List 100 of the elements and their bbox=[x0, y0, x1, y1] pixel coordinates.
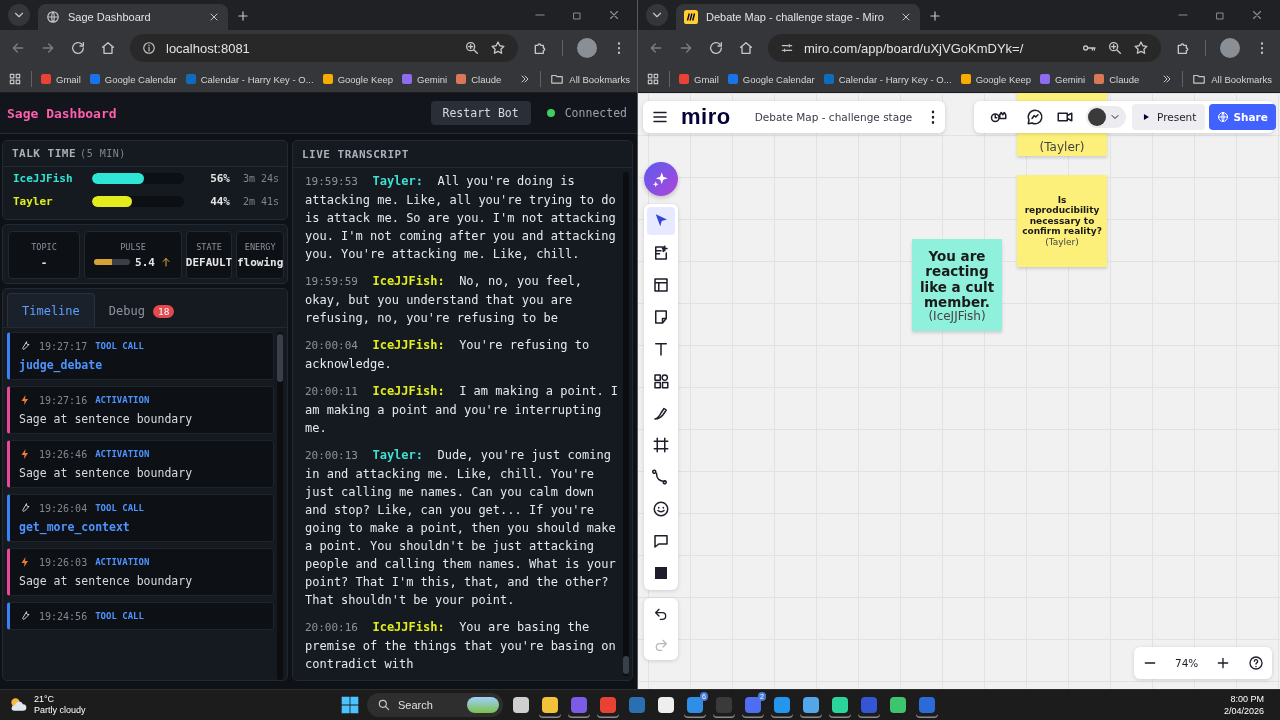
cursor-icon[interactable] bbox=[647, 207, 675, 235]
close-icon[interactable] bbox=[208, 11, 220, 23]
forward-icon[interactable] bbox=[678, 40, 694, 56]
transcript-message: 20:00:16 IceJJFish: You are basing the premise of the things that you're basing on contradict with bbox=[305, 619, 617, 673]
restart-bot-button[interactable]: Restart Bot bbox=[430, 101, 531, 125]
stat-value: flowing bbox=[237, 255, 284, 269]
tab-list-button[interactable] bbox=[8, 4, 30, 26]
back-icon[interactable] bbox=[10, 40, 26, 56]
event-type: TOOL CALL bbox=[95, 341, 144, 351]
profile-avatar[interactable] bbox=[577, 38, 597, 58]
new-tab-icon[interactable] bbox=[928, 9, 942, 23]
stat-value: DEFAULT bbox=[185, 255, 233, 269]
site-settings-icon[interactable] bbox=[780, 41, 794, 55]
stat-value: 5.4 bbox=[135, 255, 155, 269]
temperature: 21°C bbox=[34, 694, 56, 705]
event-type: ACTIVATION bbox=[95, 557, 150, 567]
browser-tab[interactable]: Sage Dashboard bbox=[38, 4, 228, 30]
bookmark-link[interactable]: Gemini bbox=[1040, 73, 1086, 85]
zoom-level[interactable]: 74% bbox=[1175, 657, 1199, 670]
bookmark-link[interactable]: Gemini bbox=[402, 73, 448, 85]
app-logo[interactable]: miro bbox=[681, 106, 731, 128]
share-button[interactable]: Share bbox=[1209, 104, 1276, 130]
reload-icon[interactable] bbox=[70, 40, 86, 56]
browser-tab[interactable]: Debate Map - challenge stage - Miro bbox=[676, 4, 920, 30]
address-bar[interactable]: localhost:8081 bbox=[130, 34, 518, 62]
help-icon[interactable] bbox=[1247, 655, 1264, 672]
sparkle-icon bbox=[652, 170, 670, 188]
board-name[interactable]: Debate Map - challenge stage bbox=[754, 111, 913, 123]
scrollbar[interactable] bbox=[277, 332, 283, 681]
ai-assistant-button[interactable] bbox=[644, 162, 678, 196]
stat-label: PULSE bbox=[120, 241, 146, 252]
card-subtitle: (5 MIN) bbox=[80, 148, 126, 159]
event-text: Sage at sentence boundary bbox=[19, 466, 194, 480]
bookmark-link[interactable]: Claude bbox=[456, 73, 502, 85]
close-icon[interactable] bbox=[900, 11, 912, 23]
home-icon[interactable] bbox=[100, 40, 116, 56]
stat-label: TOPIC bbox=[31, 241, 57, 252]
speaker-name: Tayler bbox=[13, 195, 54, 208]
event-text: Sage at sentence boundary bbox=[19, 412, 194, 426]
profile-avatar[interactable] bbox=[1220, 38, 1240, 58]
new-tab-icon[interactable] bbox=[236, 9, 250, 23]
all-bookmarks-link[interactable]: All Bookmarks bbox=[550, 72, 630, 86]
start-icon[interactable] bbox=[340, 695, 360, 715]
scrollbar[interactable] bbox=[623, 172, 629, 677]
present-button[interactable]: Present bbox=[1132, 104, 1206, 130]
chat-icon[interactable] bbox=[1026, 108, 1044, 126]
clock[interactable]: 8:00 PM 2/04/2026 bbox=[1184, 693, 1272, 717]
speaker-name: IceJJFish bbox=[13, 172, 74, 185]
maximize-icon[interactable] bbox=[1214, 10, 1226, 22]
user-menu[interactable] bbox=[1086, 106, 1126, 128]
home-icon[interactable] bbox=[738, 40, 754, 56]
transcript-message: 19:59:53 Tayler: All you're doing is attacking me. Like, all you're trying to do is attack me. So are you. I'm not attacking you. I'm not coming after you and attacking you. You're attacking me. Like, chill. bbox=[305, 173, 617, 263]
whiteboard-canvas[interactable]: (Tayler) Is reproducibility necessary to confirm reality? (Tayler) You are reacting like a cult member. (IceJJFish) miro Debate Map - challenge stage Present Share 74% bbox=[638, 93, 1280, 690]
talk-percent: 44% bbox=[209, 195, 230, 208]
close-icon[interactable] bbox=[607, 8, 621, 22]
extensions-icon[interactable] bbox=[1175, 40, 1191, 56]
bookmark-link[interactable]: Google Keep bbox=[322, 73, 394, 85]
url-text: localhost:8081 bbox=[166, 40, 250, 56]
panel-tab[interactable]: Timeline bbox=[7, 293, 95, 327]
star-icon[interactable] bbox=[1133, 40, 1149, 56]
wrench-icon bbox=[19, 340, 31, 352]
back-icon[interactable] bbox=[648, 40, 664, 56]
event-time: 19:26:04 bbox=[39, 502, 88, 514]
sticky-note[interactable]: You are reacting like a cult member. (IceJJFish) bbox=[912, 239, 1002, 331]
bookmark-link[interactable]: Calendar - Harry Key - O... bbox=[823, 73, 952, 85]
bookmark-link[interactable]: Google Keep bbox=[960, 73, 1032, 85]
transcript-message: 20:00:13 Tayler: Dude, you're just coming in and attacking me. Like, chill. You're just calling me names. Can you calm down and stop? Like, can you get... If you're going to make a point, then you should make a point. You shouldn't be just attacking people and calling them names. What is your point? That I'm this, that, and the other? That shouldn't be your point. bbox=[305, 447, 617, 609]
extensions-icon[interactable] bbox=[532, 40, 548, 56]
star-icon[interactable] bbox=[490, 40, 506, 56]
event-type: ACTIVATION bbox=[95, 449, 150, 459]
maximize-icon[interactable] bbox=[571, 10, 583, 22]
bookmark-link[interactable]: Google Calendar bbox=[89, 73, 177, 85]
url-text: miro.com/app/board/uXjVGoKmDYk=/ bbox=[804, 40, 1024, 56]
event-text: Sage at sentence boundary bbox=[19, 574, 194, 588]
reload-icon[interactable] bbox=[708, 40, 724, 56]
transcript-message: 20:00:11 IceJJFish: I am making a point. I am making a point and you're interrupting me. bbox=[305, 383, 620, 437]
bookmark-link[interactable]: Claude bbox=[1094, 73, 1140, 85]
bookmark-link[interactable]: Google Calendar bbox=[727, 73, 815, 85]
tab-list-button[interactable] bbox=[646, 4, 668, 26]
event-text: get_more_context bbox=[19, 520, 131, 534]
forward-icon[interactable] bbox=[40, 40, 56, 56]
info-icon[interactable] bbox=[142, 41, 156, 55]
bookmark-link[interactable]: Calendar - Harry Key - O... bbox=[185, 73, 314, 85]
bookmark-link[interactable]: Gmail bbox=[41, 73, 81, 85]
panel-tab[interactable]: Debug 18 bbox=[94, 293, 189, 327]
app-logo-icon bbox=[684, 10, 698, 24]
close-icon[interactable] bbox=[1250, 8, 1264, 22]
address-bar[interactable]: miro.com/app/board/uXjVGoKmDYk=/ bbox=[768, 34, 1161, 62]
sticky-note[interactable]: Is reproducibility necessary to confirm reality? (Tayler) bbox=[1017, 175, 1107, 267]
bookmark-link[interactable]: Gmail bbox=[679, 73, 719, 85]
talk-duration: 2m 41s bbox=[241, 196, 279, 207]
apps-icon[interactable] bbox=[646, 72, 660, 86]
zoom-icon[interactable] bbox=[464, 40, 480, 56]
lightning-icon bbox=[19, 394, 31, 406]
all-bookmarks-link[interactable]: All Bookmarks bbox=[1192, 72, 1272, 86]
talk-percent: 56% bbox=[209, 172, 230, 185]
search-field[interactable]: Search bbox=[367, 693, 503, 717]
event-time: 19:26:03 bbox=[39, 556, 88, 568]
zoom-icon[interactable] bbox=[1107, 40, 1123, 56]
apps-icon[interactable] bbox=[8, 72, 22, 86]
